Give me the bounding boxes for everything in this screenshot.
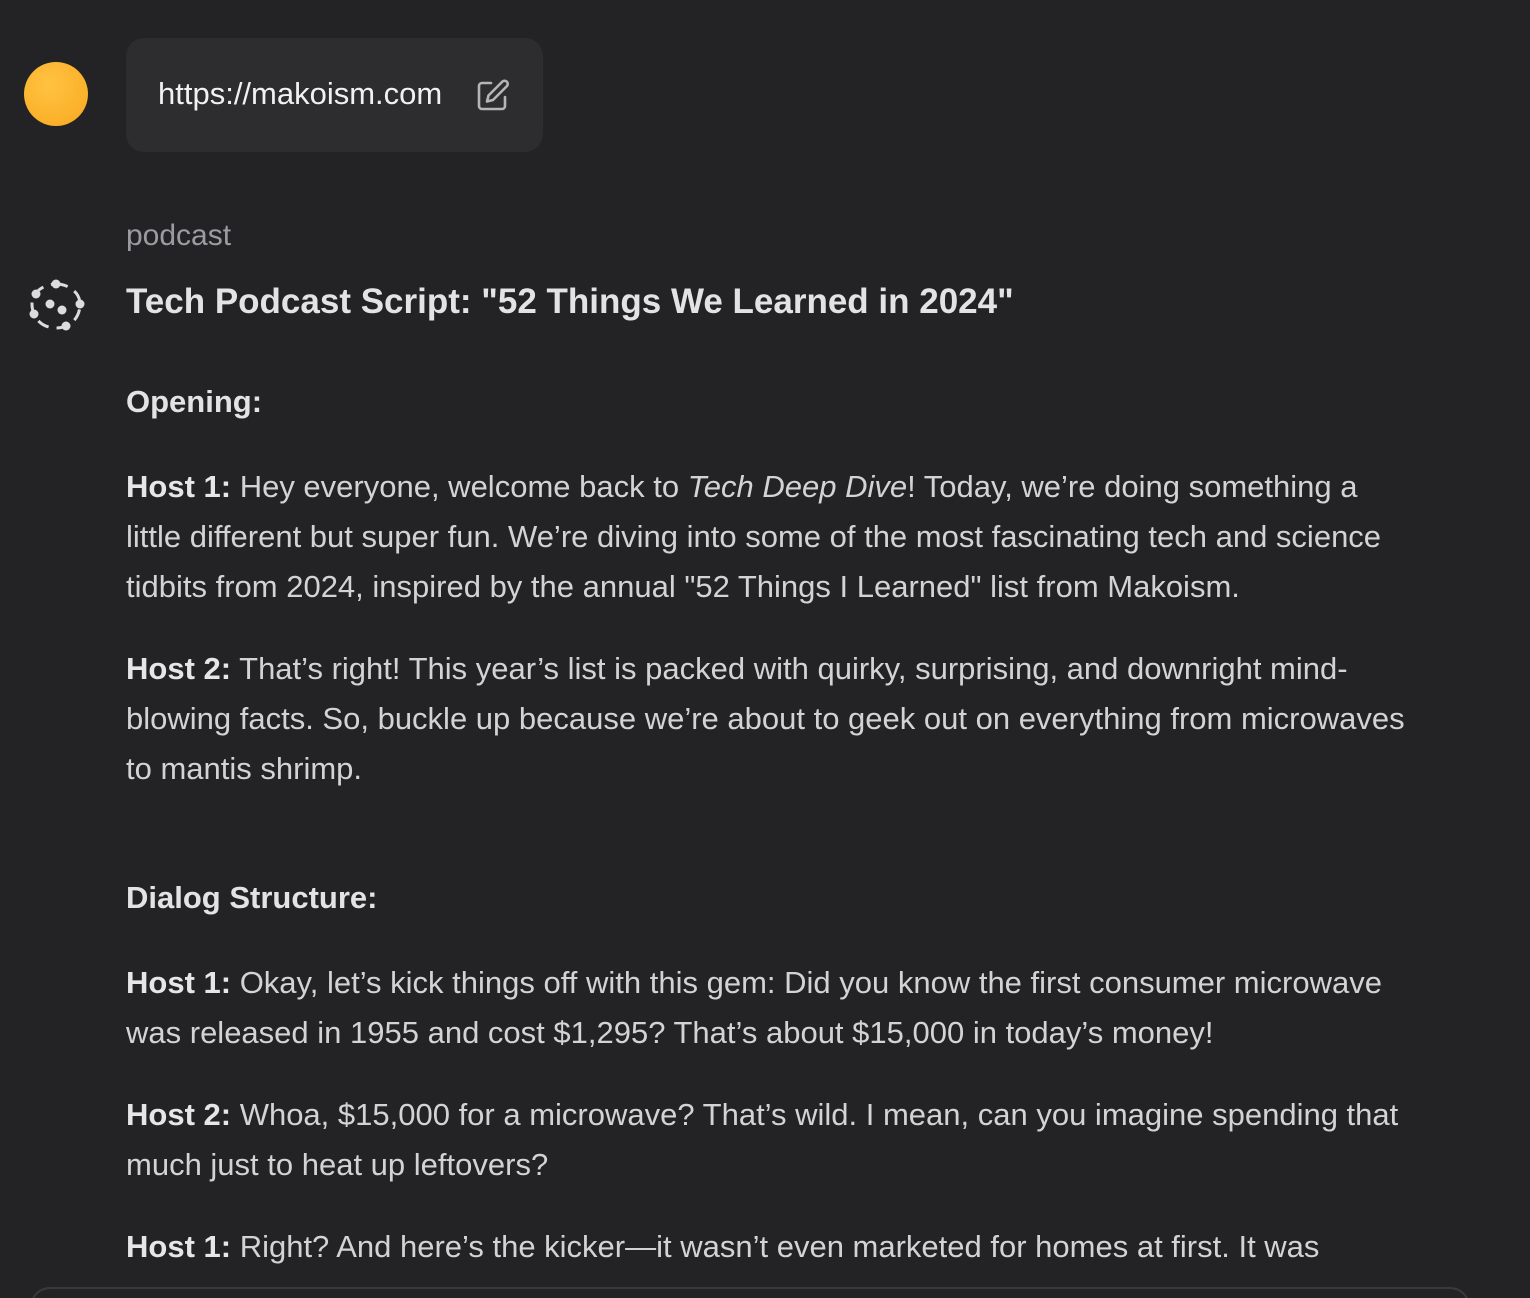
dialog-line: Host 2: That’s right! This year’s list i… (126, 644, 1416, 794)
show-name: Tech Deep Dive (687, 469, 908, 504)
user-message-bubble: https://makoism.com (126, 38, 543, 152)
assistant-logo-icon (29, 279, 85, 331)
edit-message-button[interactable] (474, 76, 512, 114)
model-label: podcast (126, 219, 232, 252)
line-text: That’s right! This year’s list is packed… (126, 651, 1405, 786)
line-text: Hey everyone, welcome back to (231, 469, 688, 504)
section-heading-dialog: Dialog Structure: (126, 880, 378, 915)
dialog-line: Host 1: Okay, let’s kick things off with… (126, 958, 1416, 1058)
chat-page: https://makoism.com podcast Tech Podcast… (0, 0, 1530, 1298)
user-message-url: https://makoism.com (158, 76, 443, 111)
dialog-line: Host 1: Right? And here’s the kicker—it … (126, 1222, 1416, 1272)
line-text: Okay, let’s kick things off with this ge… (126, 965, 1382, 1050)
speaker-label: Host 1: (126, 965, 232, 1000)
line-text: Whoa, $15,000 for a microwave? That’s wi… (126, 1097, 1399, 1182)
speaker-label: Host 1: (126, 1229, 232, 1264)
speaker-label: Host 1: (126, 469, 232, 504)
speaker-label: Host 2: (126, 1097, 232, 1132)
dialog-line: Host 1: Hey everyone, welcome back to Te… (126, 462, 1416, 612)
message-composer[interactable] (30, 1287, 1470, 1298)
assistant-response: podcast Tech Podcast Script: "52 Things … (126, 214, 1416, 1272)
speaker-label: Host 2: (126, 651, 232, 686)
script-title: Tech Podcast Script: "52 Things We Learn… (126, 282, 1014, 321)
user-avatar (24, 62, 88, 126)
edit-icon (477, 79, 509, 111)
dialog-line: Host 2: Whoa, $15,000 for a microwave? T… (126, 1090, 1416, 1190)
line-text: Right? And here’s the kicker—it wasn’t e… (231, 1229, 1320, 1264)
section-heading-opening: Opening: (126, 384, 263, 419)
